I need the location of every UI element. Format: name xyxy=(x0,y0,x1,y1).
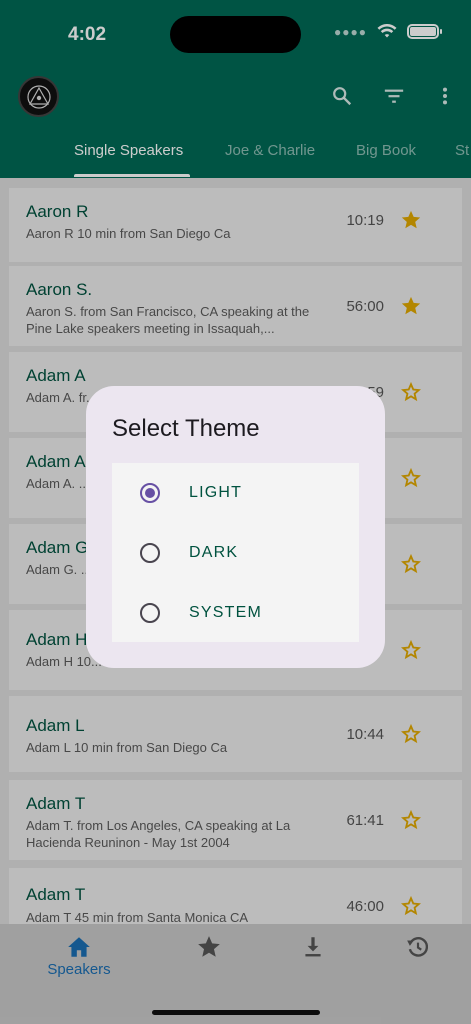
theme-option-system[interactable]: SYSTEM xyxy=(112,583,359,643)
theme-option-light[interactable]: LIGHT xyxy=(112,463,359,523)
theme-options: LIGHT DARK SYSTEM xyxy=(112,463,359,642)
select-theme-dialog: Select Theme LIGHT DARK SYSTEM xyxy=(86,386,385,668)
theme-option-label: SYSTEM xyxy=(189,604,262,621)
radio-unselected-icon[interactable] xyxy=(140,603,160,623)
dialog-title: Select Theme xyxy=(112,415,260,442)
theme-option-label: LIGHT xyxy=(189,484,243,501)
radio-unselected-icon[interactable] xyxy=(140,543,160,563)
theme-option-label: DARK xyxy=(189,544,239,561)
radio-selected-icon[interactable] xyxy=(140,483,160,503)
theme-option-dark[interactable]: DARK xyxy=(112,523,359,583)
